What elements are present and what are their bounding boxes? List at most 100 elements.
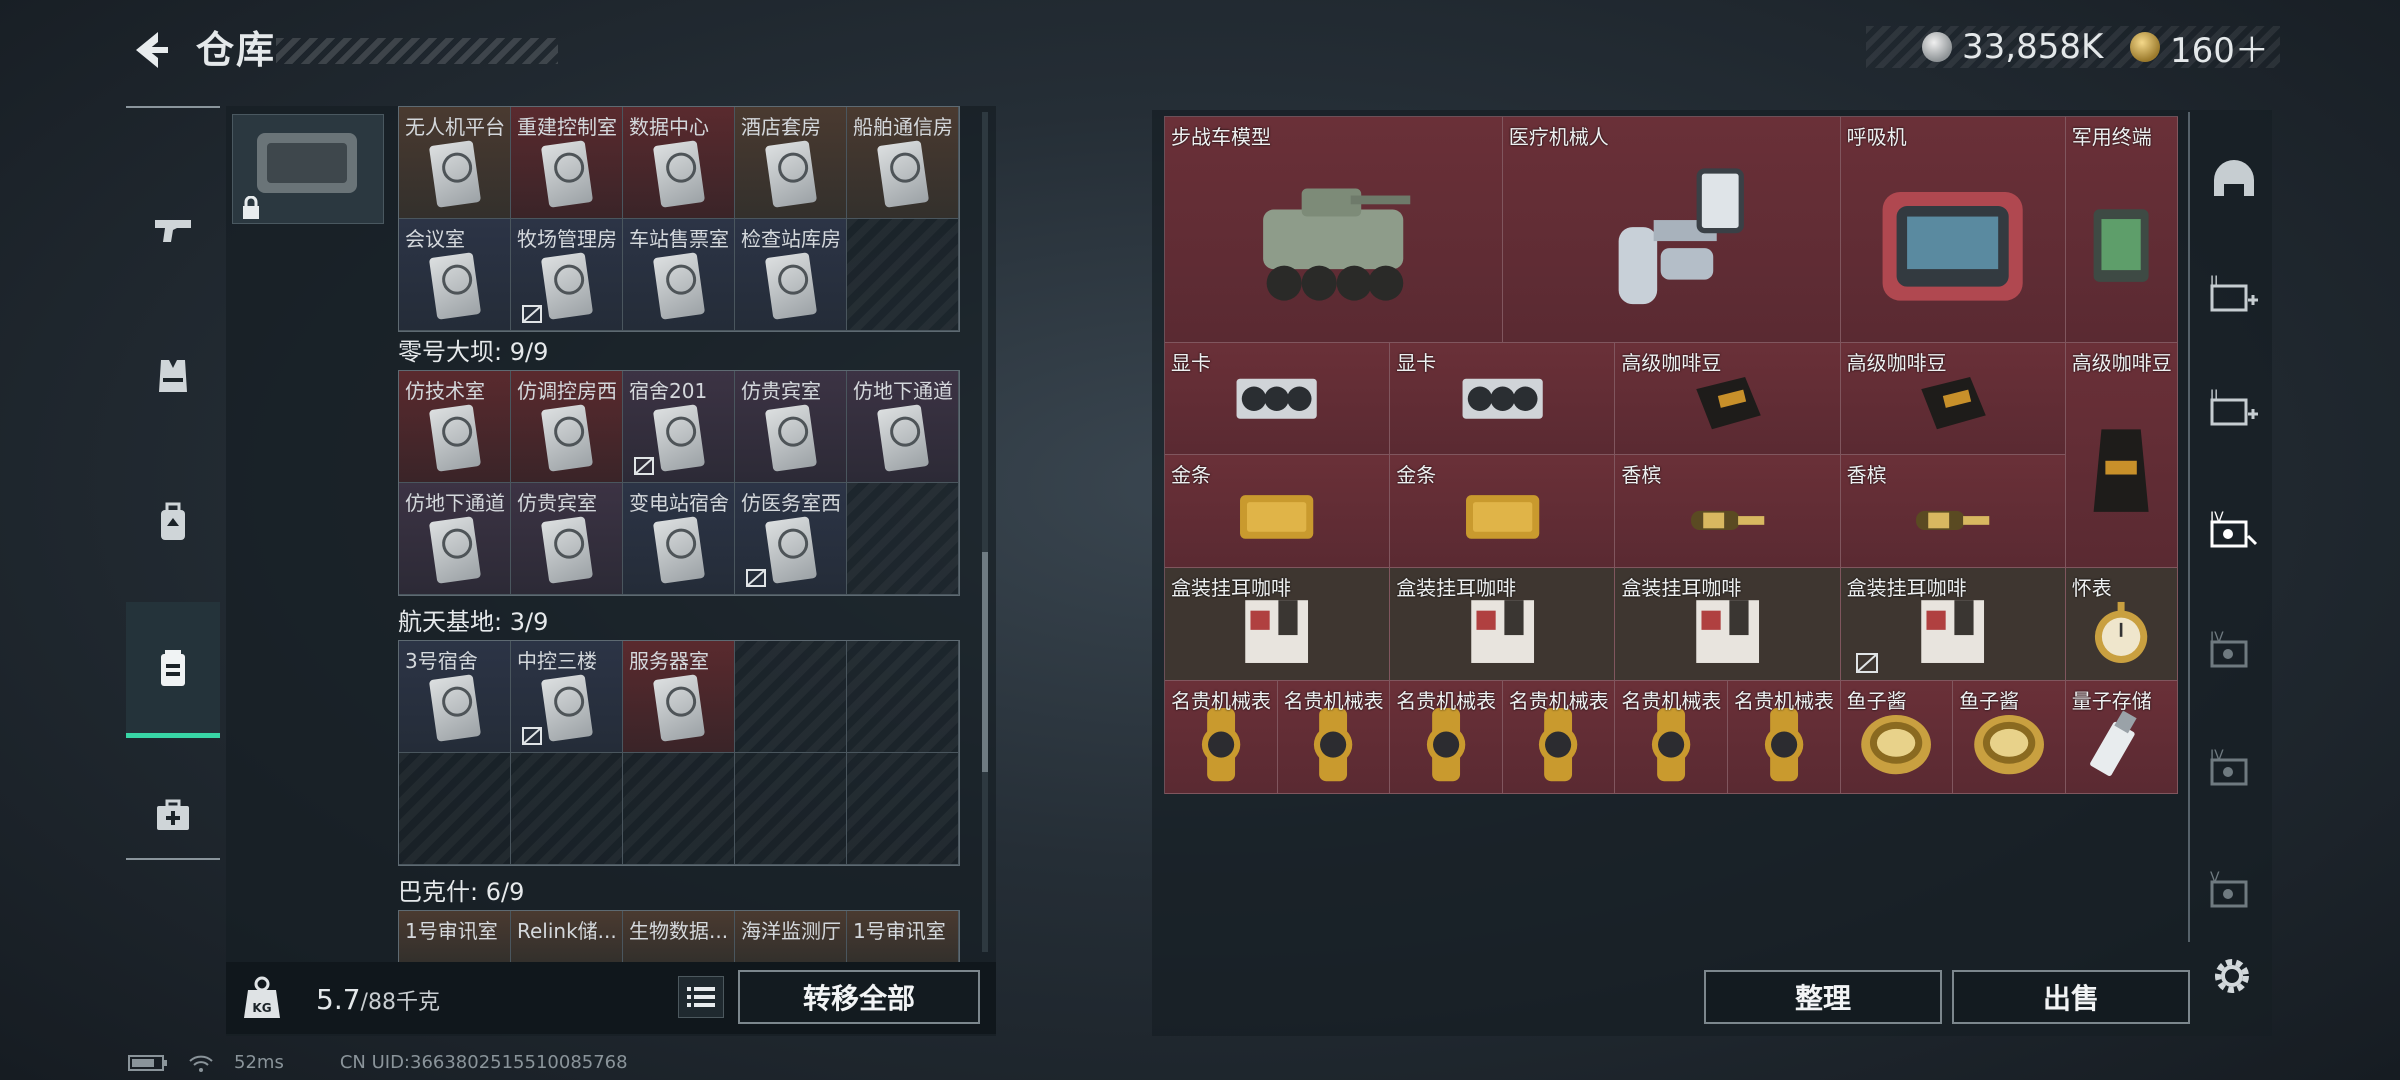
silver-currency[interactable]: 33,858K [1922, 24, 2103, 70]
item-name: 名贵机械表 [1396, 689, 1497, 713]
inventory-item[interactable]: 步战车模型 [1165, 117, 1503, 343]
inventory-item[interactable]: 香槟 [1840, 455, 2066, 569]
inventory-item[interactable]: 盒装挂耳咖啡 [1615, 568, 1841, 681]
inventory-item[interactable]: 鱼子酱 [1953, 681, 2066, 794]
inventory-item[interactable]: 盒装挂耳咖啡 [1840, 568, 2066, 681]
stash-scroll-thumb[interactable] [982, 552, 988, 772]
sell-button[interactable]: 出售 [1952, 970, 2190, 1024]
keycard-image [764, 404, 818, 472]
empty-slot[interactable] [623, 753, 735, 865]
nav-card-v[interactable]: V [2206, 860, 2262, 916]
nav-card-iv[interactable]: IV [2206, 620, 2262, 676]
nav-medical[interactable] [126, 748, 220, 884]
item-name: 量子存储 [2071, 689, 2152, 713]
empty-slot[interactable] [399, 753, 511, 865]
nav-weapons[interactable] [126, 162, 220, 298]
inventory-item[interactable]: 显卡 [1165, 342, 1391, 456]
keycard-slot[interactable]: 仿贵宾室 [735, 371, 847, 483]
nav-backpack[interactable] [126, 454, 220, 590]
inventory-item[interactable]: 医疗机械人 [1502, 117, 1841, 343]
empty-slot[interactable] [735, 753, 847, 865]
gear-icon[interactable] [2208, 952, 2256, 1000]
inventory-item[interactable]: 名贵机械表 [1390, 681, 1503, 794]
watch-image [1314, 708, 1353, 782]
inventory-item[interactable]: 金条 [1165, 455, 1391, 569]
inventory-item[interactable]: 名贵机械表 [1165, 681, 1278, 794]
inventory-item[interactable]: 显卡 [1390, 342, 1616, 456]
stash-scrollbar[interactable] [982, 112, 988, 952]
keycard-slot[interactable]: 仿技术室 [399, 371, 511, 483]
inventory-item[interactable]: 名贵机械表 [1277, 681, 1391, 794]
inventory-item[interactable]: 盒装挂耳咖啡 [1165, 568, 1391, 681]
keycard-slot[interactable]: 中控三楼 [511, 641, 623, 753]
keycard-slot[interactable]: 3号宿舍 [399, 641, 511, 753]
keycard-slot[interactable]: 牧场管理房 [511, 219, 623, 331]
keycard-slot[interactable]: 仿医务室西 [735, 483, 847, 595]
inventory-item[interactable]: 鱼子酱 [1840, 681, 1954, 794]
pistol-icon [155, 220, 191, 242]
nav-helmet[interactable] [2206, 152, 2262, 208]
inventory-item[interactable]: 量子存储 [2065, 681, 2179, 794]
keycard-slot[interactable]: 海洋监测厅 [735, 911, 847, 963]
inventory-item[interactable]: 盒装挂耳咖啡 [1390, 568, 1616, 681]
keycard-slot[interactable]: 船舶通信房 [847, 107, 959, 219]
usb-image [2090, 710, 2138, 777]
nav-card-ii[interactable]: II [2206, 378, 2262, 434]
keycard-slot[interactable]: 数据中心 [623, 107, 735, 219]
inventory-item[interactable]: 怀表 [2065, 568, 2179, 681]
nav-card-iv-active[interactable]: IV [2206, 500, 2262, 556]
keycard-slot[interactable]: 仿地下通道 [399, 483, 511, 595]
empty-slot[interactable] [847, 483, 959, 595]
list-view-button[interactable] [678, 976, 724, 1018]
keycard-slot[interactable]: 宿舍201 [623, 371, 735, 483]
item-name: 显卡 [1171, 350, 1211, 375]
terminal-image [2094, 209, 2150, 283]
keycard-slot[interactable]: 检查站库房 [735, 219, 847, 331]
robot-image [1618, 168, 1744, 305]
inventory-item[interactable]: 高级咖啡豆 [1615, 342, 1841, 456]
inventory-item[interactable]: 高级咖啡豆 [1840, 342, 2066, 456]
keycard-label: 仿地下通道 [853, 379, 953, 403]
keycard-slot[interactable]: 服务器室 [623, 641, 735, 753]
keycard-slot[interactable]: 无人机平台 [399, 107, 511, 219]
keycard-slot[interactable]: 车站售票室 [623, 219, 735, 331]
inventory-item[interactable]: 名贵机械表 [1615, 681, 1728, 794]
back-icon[interactable] [124, 24, 172, 76]
nav-keycard-case[interactable] [126, 602, 220, 738]
inventory-item[interactable]: 呼吸机 [1840, 117, 2066, 343]
empty-slot[interactable] [847, 219, 959, 331]
helmet-icon [2214, 160, 2254, 196]
keycard-slot[interactable]: 会议室 [399, 219, 511, 331]
sort-button[interactable]: 整理 [1704, 970, 1942, 1024]
keycard-slot[interactable]: 仿地下通道 [847, 371, 959, 483]
empty-slot[interactable] [735, 641, 847, 753]
transfer-all-button[interactable]: 转移全部 [738, 970, 980, 1024]
nav-armor[interactable] [126, 308, 220, 444]
keycard-slot[interactable]: 酒店套房 [735, 107, 847, 219]
keycard-grid-section-2: 仿技术室 仿调控房西 宿舍201 仿贵宾室 仿地下通道 仿地下通道 仿贵宾室 变… [398, 370, 960, 596]
inventory-item[interactable]: 名贵机械表 [1728, 681, 1841, 794]
keycard-slot[interactable]: 1号审讯室 [399, 911, 511, 963]
keycard-slot[interactable]: 1号审讯室 [847, 911, 959, 963]
gold-currency[interactable]: 160＋ [2130, 24, 2269, 71]
inventory-item[interactable]: 名贵机械表 [1502, 681, 1616, 794]
keycard-slot[interactable]: Relink储... [511, 911, 623, 963]
nav-card-ii-plus[interactable]: II [2206, 264, 2262, 320]
keycard-slot[interactable]: 变电站宿舍 [623, 483, 735, 595]
empty-slot[interactable] [847, 641, 959, 753]
inventory-item[interactable]: 香槟 [1615, 455, 1841, 569]
inventory-item[interactable]: 高级咖啡豆 [2065, 342, 2179, 569]
item-name: 香槟 [1846, 463, 1887, 488]
keycard-slot[interactable]: 仿贵宾室 [511, 483, 623, 595]
nav-card-iv-2[interactable]: IV [2206, 738, 2262, 794]
silver-amount: 33,858K [1962, 27, 2104, 67]
empty-slot[interactable] [847, 753, 959, 865]
inventory-item[interactable]: 军用终端 [2065, 117, 2179, 343]
keycard-slot[interactable]: 仿调控房西 [511, 371, 623, 483]
inventory-item[interactable]: 金条 [1390, 455, 1616, 569]
item-name: 盒装挂耳咖啡 [1846, 576, 1967, 601]
empty-slot[interactable] [511, 753, 623, 865]
keycard-slot[interactable]: 重建控制室 [511, 107, 623, 219]
keycard-label: 中控三楼 [517, 649, 597, 673]
keycard-slot[interactable]: 生物数据... [623, 911, 735, 963]
